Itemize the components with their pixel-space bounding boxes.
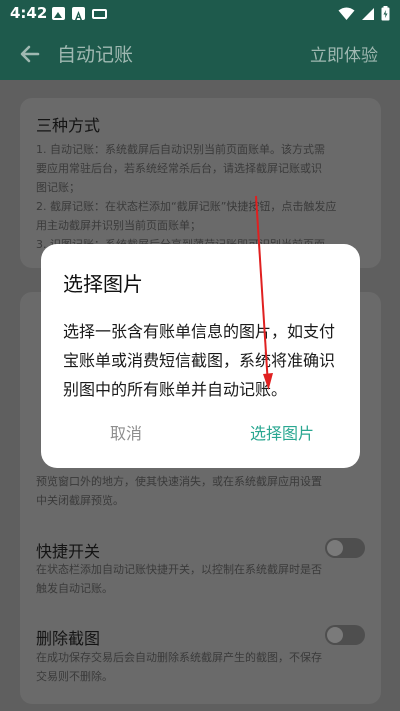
delete-screenshot-line: 交易则不删除。 <box>36 670 113 683</box>
methods-title: 三种方式 <box>36 116 101 135</box>
signal-icon <box>362 7 374 20</box>
preview-line: 预览窗口外的地方，使其快速消失，或在系统截屏应用设置 <box>36 475 322 488</box>
preview-description: 预览窗口外的地方，使其快速消失，或在系统截屏应用设置 中关闭截屏预览。 <box>36 472 370 510</box>
preview-line: 中关闭截屏预览。 <box>36 494 124 507</box>
methods-card: 三种方式 1. 自动记账：系统截屏后自动识别当前页面账单。该方式需 要应用常驻后… <box>20 98 381 268</box>
app-notification-icon <box>72 7 85 20</box>
status-bar: 4:42 <box>0 0 400 28</box>
methods-line: 用主动截屏并识别当前页面账单； <box>36 219 201 232</box>
delete-screenshot-title: 删除截图 <box>36 629 101 648</box>
quick-switch-title: 快捷开关 <box>36 542 101 561</box>
methods-description: 1. 自动记账：系统截屏后自动识别当前页面账单。该方式需 要应用常驻后台，若系统… <box>36 140 370 254</box>
delete-screenshot-description: 在成功保存交易后会自动删除系统截屏产生的截图，不保存 交易则不删除。 <box>36 648 370 686</box>
try-now-button[interactable]: 立即体验 <box>310 41 378 66</box>
quick-switch-toggle[interactable] <box>325 538 365 558</box>
methods-line: 图记账； <box>36 181 80 194</box>
wifi-icon <box>338 7 355 20</box>
cancel-button[interactable]: 取消 <box>90 420 162 446</box>
notification-icons <box>52 7 107 20</box>
methods-line: 要应用常驻后台，若系统经常杀后台，请选择截屏记账或识 <box>36 162 322 175</box>
quick-switch-description: 在状态栏添加自动记账快捷开关，以控制在系统截屏时是否 触发自动记账。 <box>36 560 370 598</box>
methods-line: 1. 自动记账：系统截屏后自动识别当前页面账单。该方式需 <box>36 143 325 156</box>
page-title: 自动记账 <box>57 44 134 66</box>
app-bar: 自动记账 立即体验 <box>0 28 400 80</box>
methods-line: 2. 截屏记账：在状态栏添加“截屏记账”快捷按钮，点击触发应 <box>36 200 337 213</box>
status-time: 4:42 <box>10 4 48 22</box>
dialog-title: 选择图片 <box>63 272 143 296</box>
quick-switch-line: 触发自动记账。 <box>36 582 113 595</box>
select-image-button[interactable]: 选择图片 <box>237 420 327 446</box>
dialog-message: 选择一张含有账单信息的图片，如支付宝账单或消费短信截图，系统将准确识别图中的所有… <box>63 322 336 399</box>
system-icons <box>338 6 390 21</box>
keyboard-icon <box>92 9 107 19</box>
delete-screenshot-toggle[interactable] <box>325 625 365 645</box>
select-image-dialog: 选择图片 选择一张含有账单信息的图片，如支付宝账单或消费短信截图，系统将准确识别… <box>41 244 360 468</box>
quick-switch-line: 在状态栏添加自动记账快捷开关，以控制在系统截屏时是否 <box>36 563 322 576</box>
image-notification-icon <box>52 7 65 20</box>
back-arrow-icon[interactable] <box>16 40 44 68</box>
battery-icon <box>381 6 390 21</box>
delete-screenshot-line: 在成功保存交易后会自动删除系统截屏产生的截图，不保存 <box>36 651 322 664</box>
